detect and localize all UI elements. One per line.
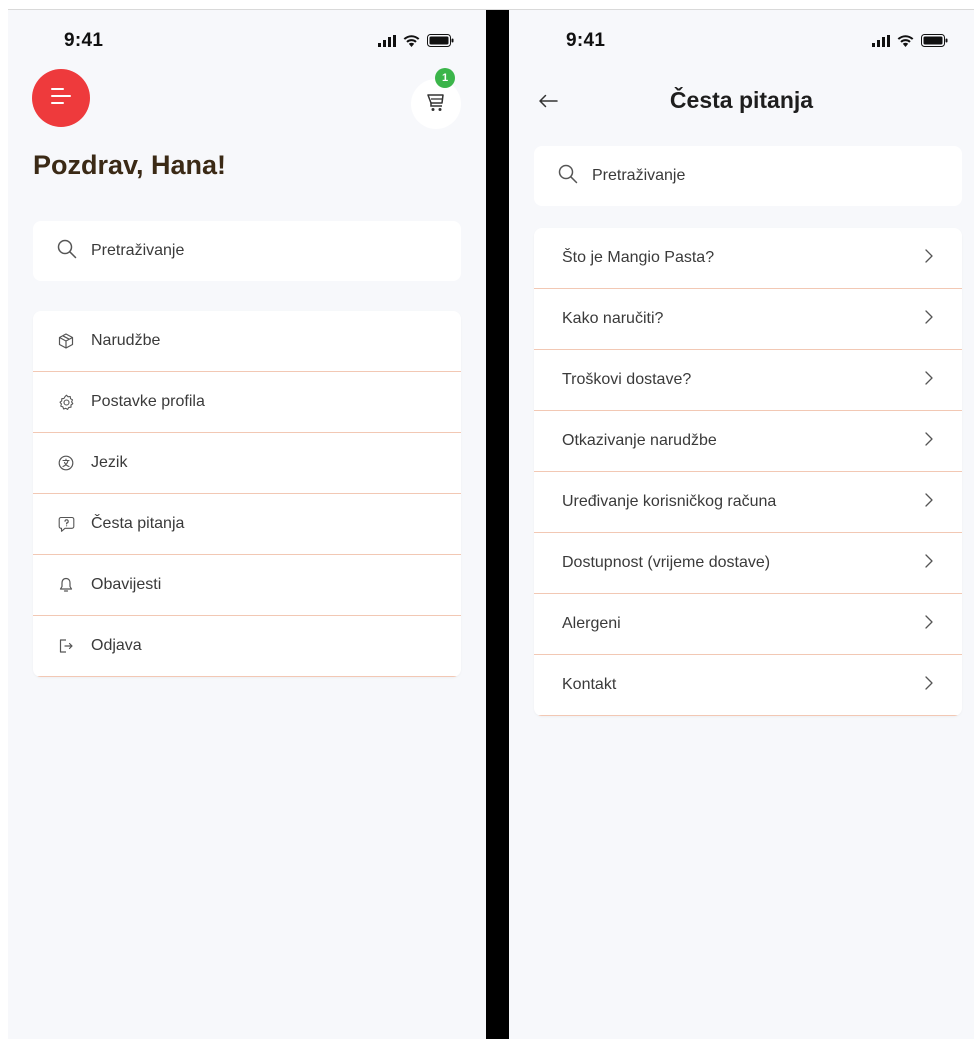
faq-item-label: Što je Mangio Pasta? bbox=[562, 249, 715, 266]
battery-icon bbox=[921, 34, 948, 52]
faq-screen: 9:41 Česta pitanja Što je Mangio Pasta? bbox=[509, 10, 974, 1039]
page-title: Česta pitanja bbox=[669, 87, 814, 113]
greeting-heading: Pozdrav, Hana! bbox=[33, 150, 227, 180]
status-time: 9:41 bbox=[566, 30, 606, 51]
faq-item-label: Alergeni bbox=[562, 615, 621, 632]
faq-item-label: Kako naručiti? bbox=[562, 310, 664, 327]
chevron-right-icon bbox=[924, 431, 934, 452]
search-icon bbox=[57, 239, 77, 264]
menu-item-label: Postavke profila bbox=[91, 393, 205, 410]
language-icon bbox=[57, 454, 75, 472]
wifi-icon bbox=[897, 34, 914, 52]
signal-icon bbox=[872, 34, 890, 52]
chevron-right-icon bbox=[924, 248, 934, 269]
faq-item[interactable]: Troškovi dostave? bbox=[534, 350, 962, 411]
faq-item-label: Otkazivanje narudžbe bbox=[562, 432, 717, 449]
menu-lines-icon bbox=[49, 86, 73, 111]
menu-item-notifications[interactable]: Obavijesti bbox=[33, 555, 461, 616]
menu-item-orders[interactable]: Narudžbe bbox=[33, 311, 461, 372]
cart-count-badge: 1 bbox=[435, 68, 455, 88]
chevron-right-icon bbox=[924, 675, 934, 696]
faq-item[interactable]: Alergeni bbox=[534, 594, 962, 655]
faq-item[interactable]: Otkazivanje narudžbe bbox=[534, 411, 962, 472]
chevron-right-icon bbox=[924, 492, 934, 513]
home-menu-screen: 9:41 1 Pozdrav, Hana! Pretraživanje Naru… bbox=[8, 10, 486, 1039]
status-icons bbox=[872, 34, 948, 52]
menu-item-logout[interactable]: Odjava bbox=[33, 616, 461, 677]
faq-item[interactable]: Što je Mangio Pasta? bbox=[534, 228, 962, 289]
bell-icon bbox=[57, 576, 75, 594]
search-input[interactable] bbox=[592, 167, 892, 185]
chevron-right-icon bbox=[924, 370, 934, 391]
chevron-right-icon bbox=[924, 553, 934, 574]
chevron-right-icon bbox=[924, 309, 934, 330]
chevron-right-icon bbox=[924, 614, 934, 635]
status-bar: 9:41 bbox=[8, 30, 486, 54]
menu-item-language[interactable]: Jezik bbox=[33, 433, 461, 494]
hamburger-menu-button[interactable] bbox=[32, 69, 90, 127]
search-bar[interactable] bbox=[534, 146, 962, 206]
menu-item-profile-settings[interactable]: Postavke profila bbox=[33, 372, 461, 433]
faq-item-label: Uređivanje korisničkog računa bbox=[562, 493, 777, 510]
battery-icon bbox=[427, 34, 454, 52]
menu-item-label: Narudžbe bbox=[91, 332, 161, 349]
menu-item-label: Odjava bbox=[91, 637, 142, 654]
cart-icon bbox=[425, 91, 447, 118]
cart-button[interactable] bbox=[411, 79, 461, 129]
faq-item-label: Dostupnost (vrijeme dostave) bbox=[562, 554, 771, 571]
screen-divider bbox=[486, 10, 509, 1039]
search-input[interactable] bbox=[91, 242, 391, 260]
search-icon bbox=[558, 164, 578, 189]
faq-item[interactable]: Kontakt bbox=[534, 655, 962, 716]
search-bar[interactable] bbox=[33, 221, 461, 281]
faq-item-label: Troškovi dostave? bbox=[562, 371, 692, 388]
gear-icon bbox=[57, 393, 75, 411]
faq-list: Što je Mangio Pasta? Kako naručiti? Troš… bbox=[534, 228, 962, 716]
box-icon bbox=[57, 332, 75, 350]
menu-item-faq[interactable]: Česta pitanja bbox=[33, 494, 461, 555]
menu-item-label: Česta pitanja bbox=[91, 515, 185, 532]
menu-item-label: Obavijesti bbox=[91, 576, 162, 593]
menu-item-label: Jezik bbox=[91, 454, 128, 471]
faq-item[interactable]: Kako naručiti? bbox=[534, 289, 962, 350]
faq-item[interactable]: Uređivanje korisničkog računa bbox=[534, 472, 962, 533]
faq-item[interactable]: Dostupnost (vrijeme dostave) bbox=[534, 533, 962, 594]
logout-icon bbox=[57, 637, 75, 655]
status-bar: 9:41 bbox=[509, 30, 974, 54]
faq-item-label: Kontakt bbox=[562, 676, 617, 693]
question-bubble-icon bbox=[57, 515, 75, 533]
status-time: 9:41 bbox=[64, 30, 104, 51]
wifi-icon bbox=[403, 34, 420, 52]
status-icons bbox=[378, 34, 454, 52]
signal-icon bbox=[378, 34, 396, 52]
profile-menu-list: Narudžbe Postavke profila Jezik Česta pi… bbox=[33, 311, 461, 677]
